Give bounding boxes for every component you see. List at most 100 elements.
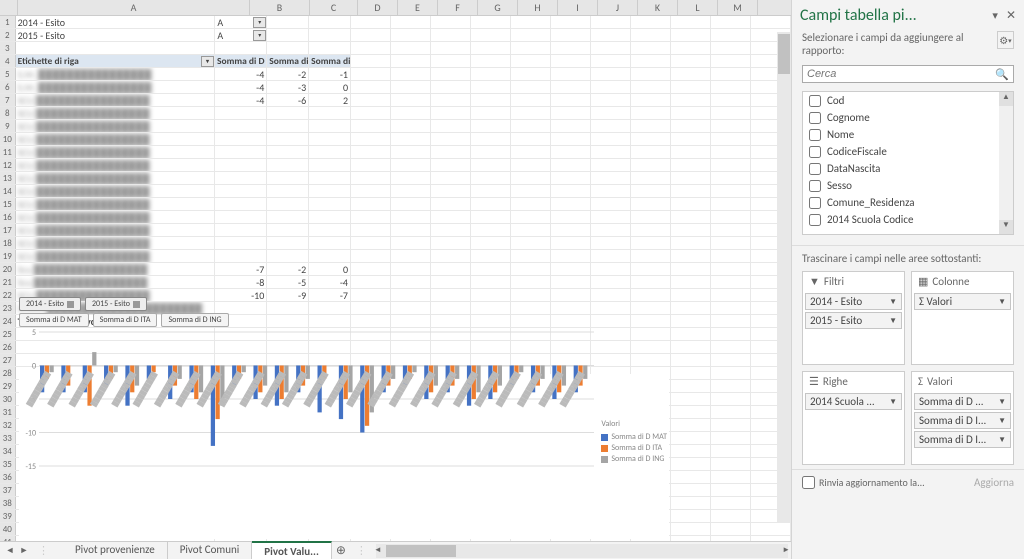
table-row[interactable]: 21Scu ████████████████-8-5-4 (0, 276, 791, 289)
row-header[interactable]: 8 (0, 107, 16, 119)
pivot-field[interactable]: Sesso (803, 177, 1013, 194)
cell[interactable] (215, 107, 267, 119)
row-header[interactable]: 19 (0, 250, 16, 262)
pill-dropdown-icon[interactable]: ▼ (889, 397, 897, 407)
vertical-scrollbar-thumb[interactable] (778, 34, 790, 74)
row-header[interactable]: 29 (0, 380, 16, 392)
pill-dropdown-icon[interactable]: ▼ (889, 316, 897, 326)
cell[interactable] (309, 185, 351, 197)
field-checkbox[interactable] (809, 129, 821, 141)
table-row[interactable]: 19SCU ████████████████ (0, 250, 791, 263)
pivot-header-row[interactable]: 4Etichette di riga▾Somma di D ISomma di … (0, 55, 791, 68)
row-header[interactable]: 20 (0, 263, 16, 275)
row-labels-header[interactable]: Etichette di riga▾ (16, 55, 215, 67)
table-row[interactable]: 15SCU ████████████████ (0, 198, 791, 211)
cell[interactable]: S.M. ████████████████ (16, 81, 216, 93)
cell[interactable] (309, 172, 351, 184)
row-header[interactable]: 36 (0, 471, 16, 483)
row-header[interactable]: 34 (0, 445, 16, 457)
cell[interactable]: -2 (267, 68, 309, 80)
cell[interactable]: 2 (309, 94, 351, 106)
row-header[interactable]: 16 (0, 211, 16, 223)
row-header[interactable]: 17 (0, 224, 16, 236)
dropzone-pill[interactable]: Somma di D I...▼ (914, 431, 1011, 448)
col-header-I[interactable]: I (558, 0, 598, 15)
row-header[interactable]: 32 (0, 419, 16, 431)
dropzone-pill[interactable]: 2014 Scuola ...▼ (805, 393, 902, 410)
row-header[interactable]: 5 (0, 68, 16, 80)
table-row[interactable]: 8SCU ████████████████ (0, 107, 791, 120)
cell[interactable] (267, 29, 309, 41)
cell[interactable] (309, 146, 351, 158)
row-header[interactable]: 14 (0, 185, 16, 197)
row-header[interactable]: 25 (0, 328, 16, 340)
table-row[interactable]: 22015 - EsitoA▾ (0, 29, 791, 42)
row-header[interactable]: 12 (0, 159, 16, 171)
cell[interactable] (215, 133, 267, 145)
col-header-G[interactable]: G (478, 0, 518, 15)
field-checkbox[interactable] (809, 146, 821, 158)
sheet-nav-prev[interactable]: ◄ (4, 545, 16, 557)
cell[interactable] (16, 42, 216, 54)
cell[interactable]: SCU ████████████████ (16, 237, 216, 249)
table-row[interactable]: 20Scu ████████████████-7-20 (0, 263, 791, 276)
cell[interactable] (309, 42, 351, 54)
col-header-A[interactable]: A (18, 0, 250, 15)
field-checkbox[interactable] (809, 180, 821, 192)
pill-dropdown-icon[interactable]: ▼ (889, 297, 897, 307)
cell[interactable] (215, 146, 267, 158)
pivot-field[interactable]: Nome (803, 126, 1013, 143)
cell[interactable]: SCU ████████████████ (16, 185, 216, 197)
cell[interactable] (267, 16, 309, 28)
row-header[interactable]: 4 (0, 55, 16, 67)
cell[interactable] (267, 146, 309, 158)
filter-dropdown-button[interactable]: ▾ (253, 17, 266, 28)
cell[interactable] (309, 16, 351, 28)
cell[interactable]: -4 (215, 68, 267, 80)
cell[interactable]: -3 (267, 81, 309, 93)
row-header[interactable]: 28 (0, 367, 16, 379)
dropzone-columns[interactable]: ▦Colonne Σ Valori▼ (911, 271, 1014, 365)
row-header[interactable]: 23 (0, 302, 16, 314)
cell[interactable]: SCU ████████████████ (16, 250, 216, 262)
col-header-C[interactable]: C (310, 0, 358, 15)
cell[interactable] (267, 42, 309, 54)
dropzone-rows[interactable]: ☰Righe 2014 Scuola ...▼ (802, 371, 905, 465)
cell[interactable] (309, 133, 351, 145)
cell[interactable]: 2014 - Esito (16, 16, 216, 28)
table-row[interactable]: 5S.M. ████████████████-4-2-1 (0, 68, 791, 81)
pill-dropdown-icon[interactable]: ▼ (998, 397, 1006, 407)
cell[interactable] (267, 133, 309, 145)
dropzone-pill[interactable]: 2014 - Esito▼ (805, 293, 902, 310)
cell[interactable] (215, 250, 267, 262)
cell[interactable] (267, 107, 309, 119)
cell[interactable]: -4 (215, 81, 267, 93)
cell[interactable]: SCU ████████████████ (16, 224, 216, 236)
cell[interactable] (267, 211, 309, 223)
cell[interactable] (215, 159, 267, 171)
pivot-chart[interactable]: 2014 - Esito 2015 - Esito Somma di D MAT… (19, 374, 669, 539)
cell[interactable]: SCU ████████████████ (16, 146, 216, 158)
cell[interactable]: -5 (267, 276, 309, 288)
cell[interactable]: -4 (215, 94, 267, 106)
cell[interactable] (309, 198, 351, 210)
cell[interactable]: 0 (309, 81, 351, 93)
row-header[interactable]: 10 (0, 133, 16, 145)
table-row[interactable]: 14SCU ████████████████ (0, 185, 791, 198)
row-header[interactable]: 22 (0, 289, 16, 301)
cell[interactable]: 2015 - Esito (16, 29, 216, 41)
cell[interactable] (215, 172, 267, 184)
table-row[interactable]: 6S.M. ████████████████-4-30 (0, 81, 791, 94)
pill-dropdown-icon[interactable]: ▼ (998, 416, 1006, 426)
cell[interactable]: Somma di D ING (309, 55, 351, 67)
fields-scrollbar[interactable]: ▲ ▼ (999, 92, 1013, 234)
table-row[interactable]: 12014 - EsitoA▾ (0, 16, 791, 29)
dropzone-filters[interactable]: ▼Filtri 2014 - Esito▼2015 - Esito▼ (802, 271, 905, 365)
cell[interactable] (215, 224, 267, 236)
pane-layout-gear[interactable]: ⚙▾ (997, 31, 1014, 49)
cell[interactable] (215, 198, 267, 210)
col-header-H[interactable]: H (518, 0, 558, 15)
field-checkbox[interactable] (809, 197, 821, 209)
table-row[interactable]: 13SCU ████████████████ (0, 172, 791, 185)
filter-dropdown-button[interactable]: ▾ (253, 30, 266, 41)
